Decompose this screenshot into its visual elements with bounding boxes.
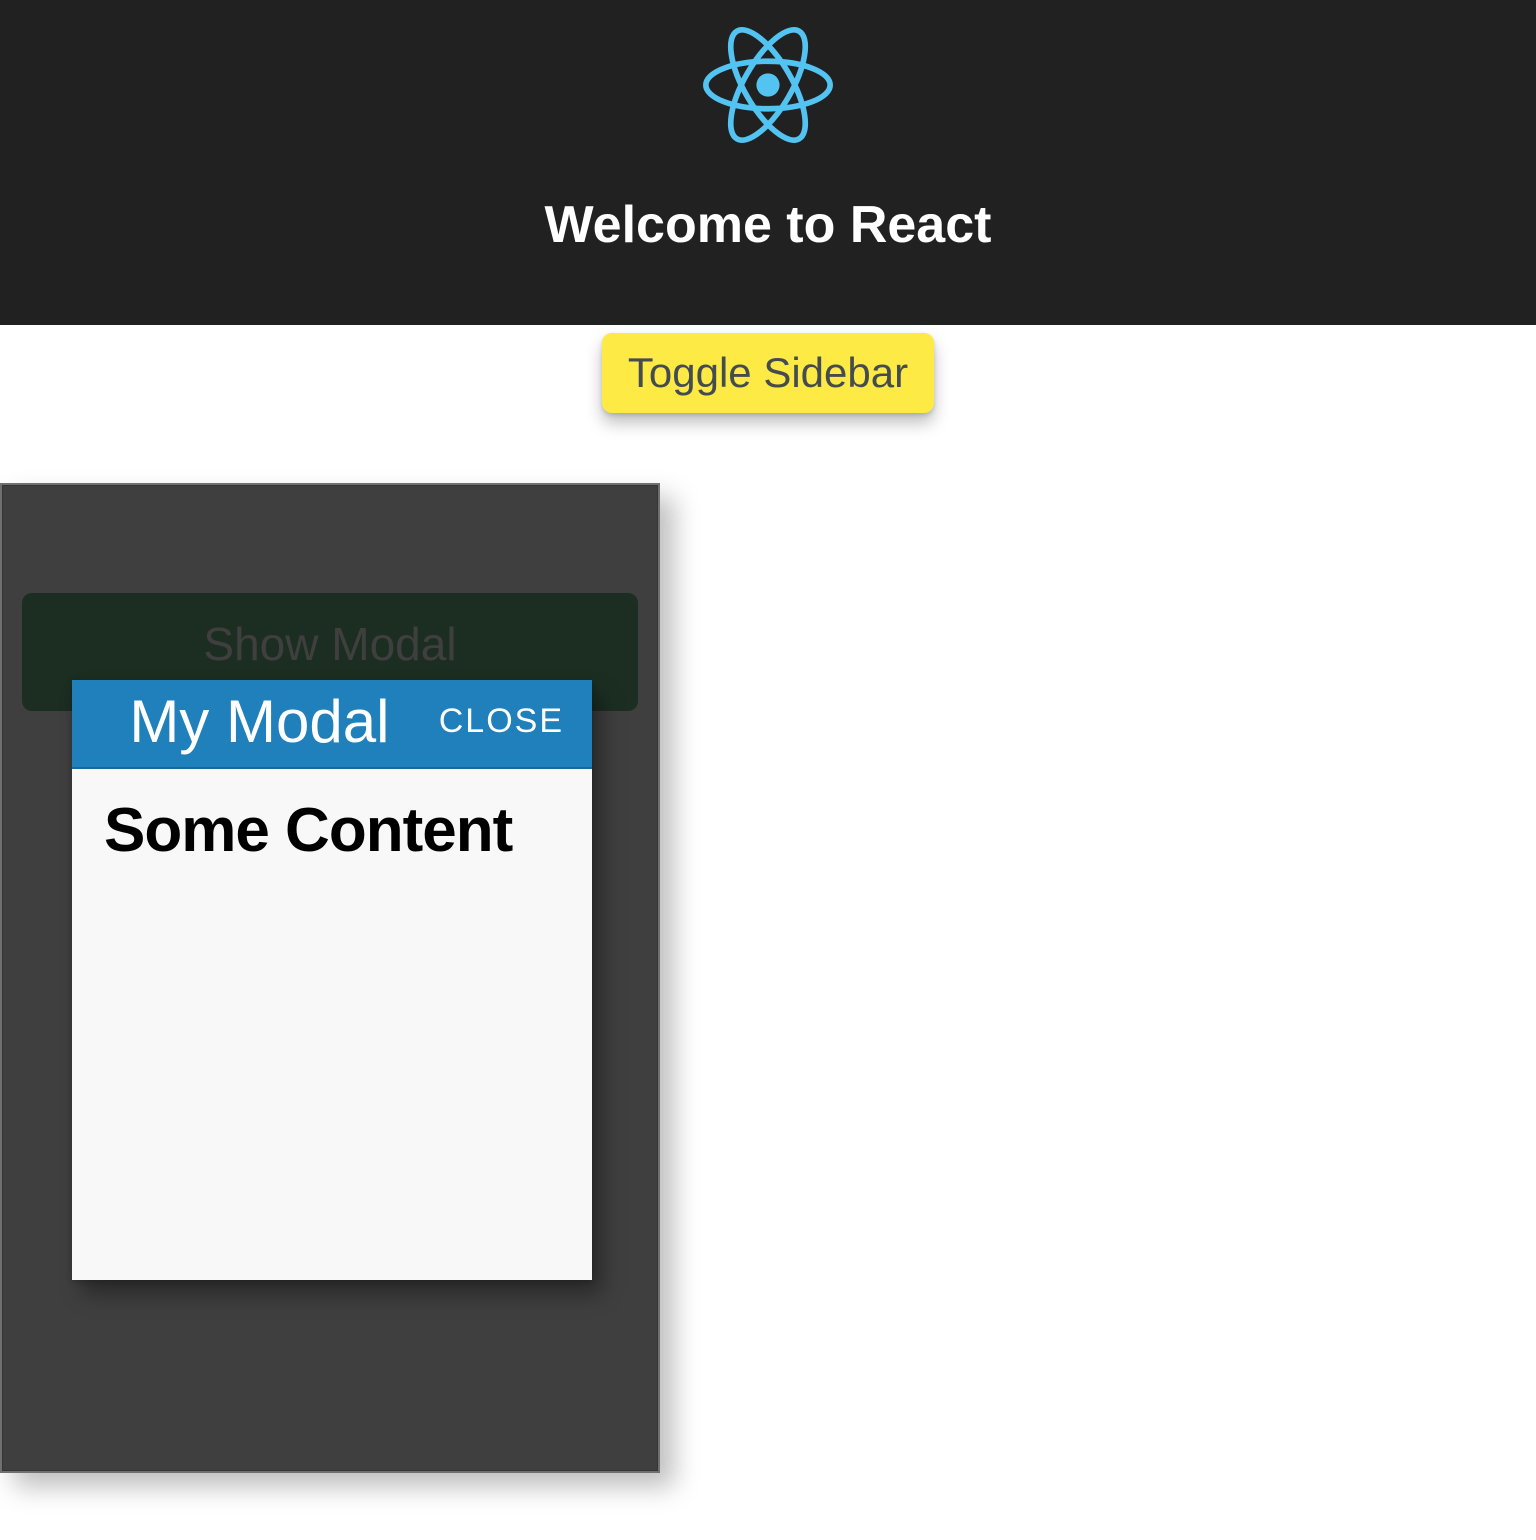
modal-close-button[interactable]: CLOSE (429, 702, 564, 741)
modal-title: My Modal (90, 690, 429, 753)
sidebar-panel: Show Modal My Modal CLOSE Some Content (0, 483, 660, 1473)
react-logo-icon (703, 20, 833, 150)
toggle-row: Toggle Sidebar (0, 333, 1536, 413)
modal-content-heading: Some Content (104, 795, 560, 866)
modal-header: My Modal CLOSE (72, 680, 592, 769)
toggle-sidebar-button[interactable]: Toggle Sidebar (602, 333, 934, 413)
modal-body: Some Content (72, 769, 592, 892)
app-header: Welcome to React (0, 0, 1536, 325)
modal-dialog: My Modal CLOSE Some Content (72, 680, 592, 1280)
page-title: Welcome to React (0, 195, 1536, 255)
